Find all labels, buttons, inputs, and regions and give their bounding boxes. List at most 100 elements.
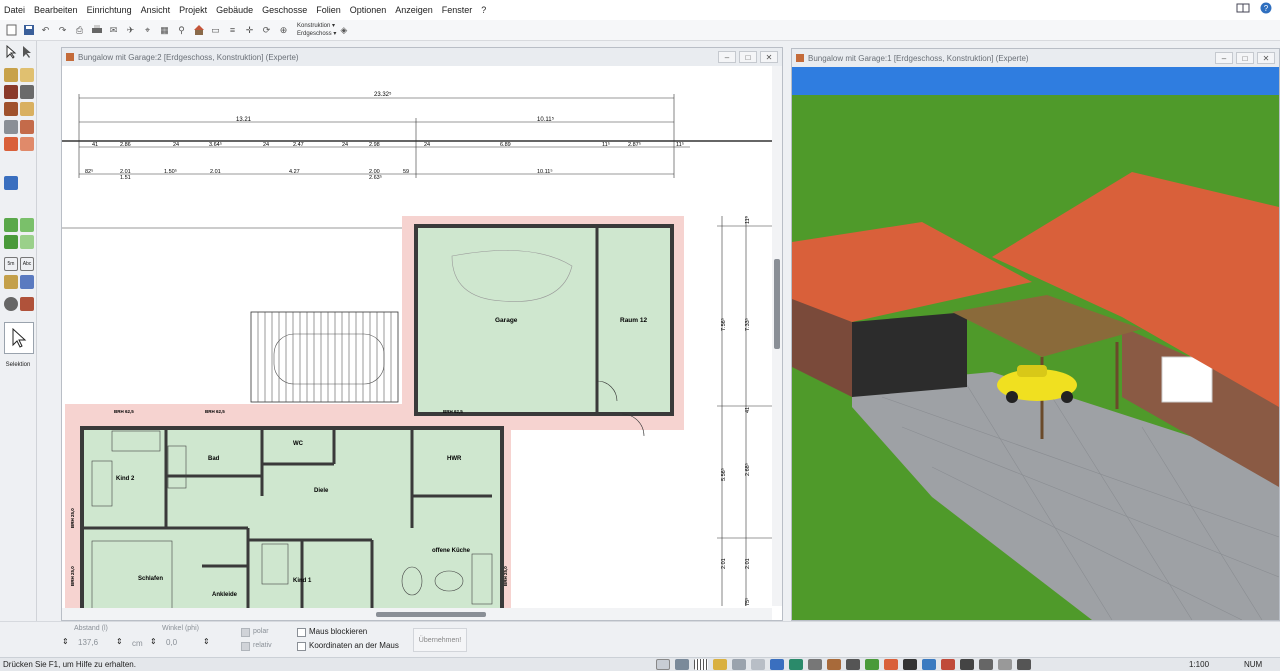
plan-titlebar[interactable]: Bungalow mit Garage:2 [Erdgeschoss, Kons… bbox=[62, 48, 782, 66]
floor-plan-canvas[interactable]: 23.32⁵ 13.21 10.11⁵ 41 2.86 24 3.64⁵ 24 … bbox=[62, 66, 782, 620]
new-file-icon[interactable] bbox=[4, 23, 19, 38]
floor-select[interactable]: Erdgeschoss ▾ bbox=[297, 30, 336, 38]
window-icon[interactable] bbox=[846, 659, 860, 670]
walk-icon[interactable]: ⚲ bbox=[174, 23, 189, 38]
objects-tool-icon[interactable] bbox=[4, 297, 18, 311]
zoom-icon[interactable]: ⊕ bbox=[276, 23, 291, 38]
distance-stepper-icon[interactable]: ⇕ bbox=[116, 637, 123, 646]
door-tool-icon[interactable] bbox=[4, 85, 18, 99]
room-offene-kueche[interactable]: offene Küche bbox=[432, 548, 471, 554]
print-area-icon[interactable] bbox=[1017, 659, 1031, 670]
layers-icon[interactable]: ≡ bbox=[225, 23, 240, 38]
line-tool-icon[interactable] bbox=[20, 275, 34, 289]
pencil-tool-icon[interactable] bbox=[4, 275, 18, 289]
dormer-tool-icon[interactable] bbox=[20, 137, 34, 151]
camera-icon[interactable] bbox=[922, 659, 936, 670]
undo-icon[interactable]: ↶ bbox=[38, 23, 53, 38]
measure-icon[interactable] bbox=[998, 659, 1012, 670]
layer-icon[interactable] bbox=[751, 659, 765, 670]
snap-icon[interactable] bbox=[732, 659, 746, 670]
dimension-icon[interactable] bbox=[903, 659, 917, 670]
grid-toggle-icon[interactable] bbox=[694, 659, 708, 670]
room-bad[interactable]: Bad bbox=[208, 456, 220, 462]
room-diele[interactable]: Diele bbox=[314, 488, 329, 494]
room-garage[interactable]: Garage bbox=[495, 317, 518, 324]
room-ankleide[interactable]: Ankleide bbox=[212, 592, 238, 598]
column-tool-icon[interactable] bbox=[4, 120, 18, 134]
room-kind-2[interactable]: Kind 2 bbox=[116, 476, 135, 482]
menu-bearbeiten[interactable]: Bearbeiten bbox=[34, 5, 78, 15]
print-preview-icon[interactable]: ⎙ bbox=[72, 23, 87, 38]
dimension-tool-icon[interactable]: 5m bbox=[4, 257, 18, 271]
terrain-tool-icon[interactable] bbox=[4, 218, 18, 232]
binoculars-icon[interactable]: ⌖ bbox=[140, 23, 155, 38]
fly-icon[interactable]: ✈ bbox=[123, 23, 138, 38]
wall-tool-icon[interactable] bbox=[4, 68, 18, 82]
minimize-icon[interactable]: – bbox=[1215, 52, 1233, 64]
apply-button[interactable]: Übernehmen! bbox=[413, 628, 467, 652]
plant-options-icon[interactable] bbox=[20, 235, 34, 249]
room-wc[interactable]: WC bbox=[293, 441, 304, 447]
house-3d-icon[interactable] bbox=[191, 23, 206, 38]
menu-fenster[interactable]: Fenster bbox=[442, 5, 473, 15]
menu-projekt[interactable]: Projekt bbox=[179, 5, 207, 15]
plant-icon[interactable] bbox=[865, 659, 879, 670]
floor-3d-icon[interactable]: ◈ bbox=[336, 23, 351, 38]
render-3d-canvas[interactable] bbox=[792, 67, 1279, 620]
close-icon[interactable]: ✕ bbox=[1257, 52, 1275, 64]
room-schlafen[interactable]: Schlafen bbox=[138, 576, 163, 582]
angle-value[interactable]: 0,0 bbox=[166, 638, 177, 647]
ceiling-tool-icon[interactable] bbox=[20, 102, 34, 116]
plan-vertical-scrollbar[interactable] bbox=[772, 66, 782, 606]
wall-icon[interactable] bbox=[808, 659, 822, 670]
menu-einrichtung[interactable]: Einrichtung bbox=[87, 5, 132, 15]
menu-ansicht[interactable]: Ansicht bbox=[141, 5, 171, 15]
minimize-icon[interactable]: – bbox=[718, 51, 736, 63]
pencil-icon[interactable] bbox=[713, 659, 727, 670]
text-icon[interactable] bbox=[960, 659, 974, 670]
layer-select[interactable]: Konstruktion ▾ bbox=[297, 22, 336, 30]
angle-spinner-icon[interactable]: ⇕ bbox=[150, 637, 157, 646]
stairs-tool-icon[interactable] bbox=[4, 102, 18, 116]
print-icon[interactable] bbox=[89, 23, 104, 38]
save-icon[interactable] bbox=[21, 23, 36, 38]
relative-checkbox[interactable] bbox=[241, 642, 250, 651]
menu-datei[interactable]: Datei bbox=[4, 5, 25, 15]
rotate-icon[interactable]: ⟳ bbox=[259, 23, 274, 38]
room-icon[interactable] bbox=[770, 659, 784, 670]
menu-optionen[interactable]: Optionen bbox=[350, 5, 387, 15]
polar-checkbox[interactable] bbox=[241, 628, 250, 637]
menu-anzeigen[interactable]: Anzeigen bbox=[395, 5, 433, 15]
maximize-icon[interactable]: □ bbox=[739, 51, 757, 63]
camera-icon[interactable]: ▭ bbox=[208, 23, 223, 38]
wall-options-icon[interactable] bbox=[20, 68, 34, 82]
furniture-icon[interactable] bbox=[979, 659, 993, 670]
room-hwr[interactable]: HWR bbox=[447, 456, 462, 462]
object-icon[interactable] bbox=[941, 659, 955, 670]
select-arrow-icon[interactable] bbox=[4, 44, 18, 59]
plan-hscroll-thumb[interactable] bbox=[376, 612, 486, 617]
grid-icon[interactable]: ▦ bbox=[157, 23, 172, 38]
furniture-tool-icon[interactable] bbox=[20, 297, 34, 311]
menu-folien[interactable]: Folien bbox=[316, 5, 341, 15]
plan-horizontal-scrollbar[interactable] bbox=[62, 608, 772, 620]
distance-value[interactable]: 137,6 bbox=[78, 638, 98, 647]
menu-geschosse[interactable]: Geschosse bbox=[262, 5, 307, 15]
redo-icon[interactable]: ↷ bbox=[55, 23, 70, 38]
mouse-coords-checkbox[interactable] bbox=[297, 642, 306, 651]
view3d-titlebar[interactable]: Bungalow mit Garage:1 [Erdgeschoss, Kons… bbox=[792, 49, 1279, 67]
book-icon[interactable] bbox=[1236, 2, 1250, 14]
chimney-tool-icon[interactable] bbox=[20, 120, 34, 134]
room-tool-icon[interactable] bbox=[4, 176, 18, 190]
plan-vscroll-thumb[interactable] bbox=[774, 259, 780, 349]
room-kind-1[interactable]: Kind 1 bbox=[293, 578, 312, 584]
move-icon[interactable]: ✛ bbox=[242, 23, 257, 38]
select-cursor-icon[interactable] bbox=[20, 45, 34, 59]
scale-readout[interactable]: 1:100 bbox=[1189, 660, 1209, 669]
selection-tool-button[interactable] bbox=[4, 322, 34, 354]
text-tool-icon[interactable]: Abc bbox=[20, 257, 34, 271]
close-icon[interactable]: ✕ bbox=[760, 51, 778, 63]
lock-mouse-checkbox[interactable] bbox=[297, 628, 306, 637]
plant-tool-icon[interactable] bbox=[4, 235, 18, 249]
help-icon[interactable]: ? bbox=[1260, 2, 1272, 14]
